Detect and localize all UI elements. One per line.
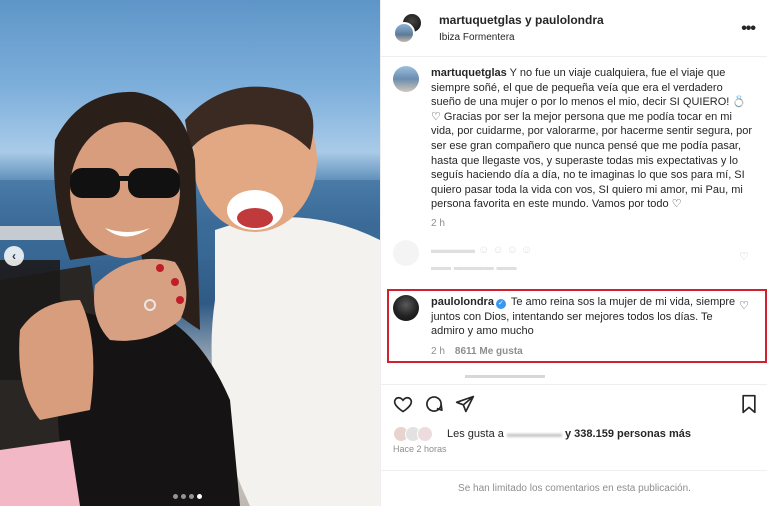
comment-meta: 2 h 8611 Me gusta: [431, 346, 741, 357]
avatar: [393, 22, 415, 44]
post-header: martuquetglas y paulolondra Ibiza Formen…: [381, 0, 767, 57]
chevron-left-icon: ‹: [12, 249, 16, 263]
carousel-dots: [173, 494, 202, 499]
post-time: Hace 2 horas: [393, 444, 447, 454]
likes-prefix: Les gusta a: [447, 428, 504, 440]
verified-badge-icon: ✓: [495, 299, 506, 309]
liker-avatars: [393, 426, 435, 442]
post-authors[interactable]: martuquetglas y paulolondra: [439, 13, 604, 27]
post-side-panel: martuquetglas y paulolondra Ibiza Formen…: [380, 0, 767, 506]
blurred-username: ▬▬▬▬▬: [506, 428, 562, 440]
post-photo[interactable]: ‹: [0, 0, 380, 506]
caption-username[interactable]: martuquetglas: [431, 67, 507, 79]
couple-photo-illustration: [0, 86, 380, 506]
comment-username[interactable]: paulolondra: [431, 296, 494, 308]
avatar: [417, 426, 433, 442]
caption-body: Y no fue un viaje cualquiera, fue el via…: [431, 67, 752, 211]
obscured-comment-meta: ▬▬ ▬▬▬▬ ▬▬: [431, 262, 517, 273]
comment-likes[interactable]: 8611 Me gusta: [455, 346, 523, 357]
view-replies-link[interactable]: ▬▬▬▬▬▬▬▬: [465, 370, 545, 381]
heart-icon[interactable]: ♡: [739, 299, 749, 312]
caption-text: martuquetglas Y no fue un viaje cualquie…: [431, 66, 753, 212]
avatar: [393, 240, 419, 266]
obscured-comment: ▬▬▬▬ ☺ ☺ ☺ ☺ ▬▬ ▬▬▬▬ ▬▬ ♡: [393, 240, 755, 280]
carousel-prev-button[interactable]: ‹: [4, 246, 24, 266]
share-icon[interactable]: [455, 394, 475, 419]
comment-time: 2 h: [431, 345, 445, 357]
limited-comments-text: Se han limitado los comentarios en esta …: [458, 483, 691, 494]
obscured-comment-text: ▬▬▬▬ ☺ ☺ ☺ ☺: [431, 244, 533, 256]
caption-time: 2 h: [431, 217, 445, 229]
more-options-icon[interactable]: •••: [741, 20, 756, 38]
post-location[interactable]: Ibiza Formentera: [439, 32, 604, 43]
likes-text: Les gusta a ▬▬▬▬▬ y 338.159 personas más: [447, 428, 691, 440]
comment-icon[interactable]: [424, 394, 444, 419]
limited-comments-notice: Se han limitado los comentarios en esta …: [381, 470, 767, 506]
likes-count[interactable]: y 338.159 personas más: [565, 428, 691, 440]
highlighted-comment: paulolondra ✓ Te amo reina sos la mujer d…: [393, 295, 755, 357]
heart-icon[interactable]: ♡: [739, 250, 749, 263]
carousel-dot: [189, 494, 194, 499]
carousel-dot: [181, 494, 186, 499]
carousel-dot: [173, 494, 178, 499]
likes-summary[interactable]: Les gusta a ▬▬▬▬▬ y 338.159 personas más: [393, 426, 691, 442]
action-bar: [381, 384, 767, 424]
post-caption: martuquetglas Y no fue un viaje cualquie…: [393, 66, 753, 229]
collab-avatars[interactable]: [393, 12, 425, 44]
avatar[interactable]: [393, 295, 419, 321]
bookmark-icon[interactable]: [740, 394, 758, 419]
comment-text: paulolondra ✓ Te amo reina sos la mujer d…: [431, 295, 741, 339]
like-heart-icon[interactable]: [393, 394, 413, 419]
carousel-dot-active: [197, 494, 202, 499]
avatar[interactable]: [393, 66, 419, 92]
